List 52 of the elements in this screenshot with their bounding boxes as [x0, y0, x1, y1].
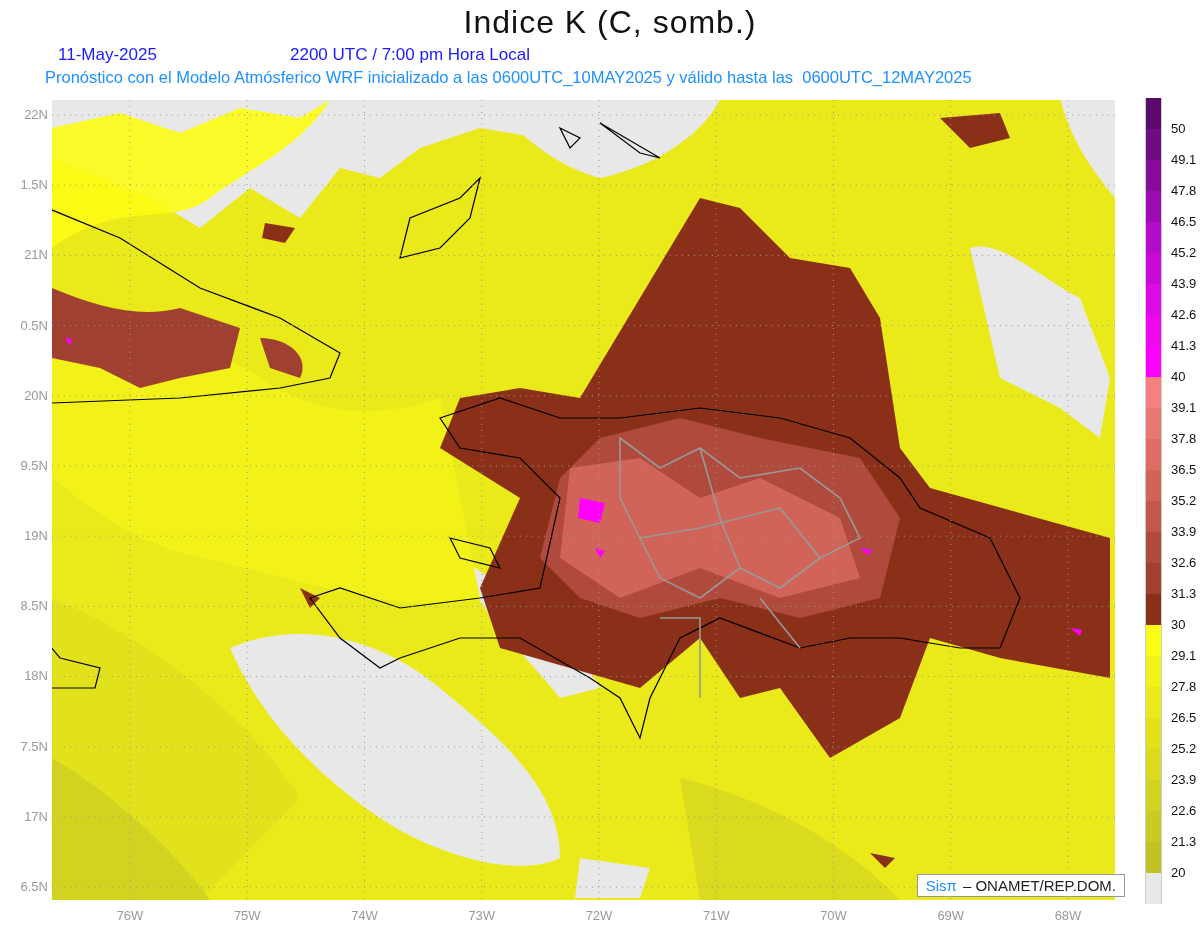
forecast-date: 11-May-2025 — [58, 45, 158, 65]
scale-label: 47.8 — [1171, 182, 1197, 200]
latitude-label: 0.5N — [19, 316, 48, 335]
scale-label: 42.6 — [1171, 306, 1197, 324]
latitude-label: 20N — [23, 386, 48, 405]
scale-label: 26.5 — [1171, 709, 1197, 727]
scale-label: 43.9 — [1171, 275, 1197, 293]
latitude-label: 6.5N — [19, 877, 48, 896]
scale-label: 49.1 — [1171, 151, 1197, 169]
scale-label: 37.8 — [1171, 430, 1197, 448]
latitude-label: 17N — [23, 807, 48, 826]
longitude-label: 72W — [584, 908, 614, 923]
longitude-label: 68W — [1053, 908, 1083, 923]
latitude-label: 7.5N — [19, 737, 48, 756]
scale-label: 22.6 — [1171, 802, 1197, 820]
forecast-subtitle: Pronóstico con el Modelo Atmósferico WRF inicializado a las 0600UTC_10MAY2025 y válido hasta las 0600UTC_12MAY2025 — [45, 67, 973, 88]
longitude-label: 75W — [232, 908, 262, 923]
scale-label: 29.1 — [1171, 647, 1197, 665]
scale-label: 32.6 — [1171, 554, 1197, 572]
latitude-label: 8.5N — [19, 597, 48, 616]
latitude-label: 21N — [23, 246, 48, 265]
latitude-label: 18N — [23, 667, 48, 686]
credit-text: – ONAMET/REP.DOM. — [962, 877, 1116, 894]
scale-label: 50 — [1171, 120, 1186, 138]
latitude-label: 1.5N — [19, 176, 48, 195]
scale-label: 30 — [1171, 616, 1186, 634]
longitude-label: 70W — [819, 908, 848, 923]
scale-label: 20 — [1171, 864, 1186, 882]
scale-label: 40 — [1171, 368, 1186, 386]
longitude-label: 71W — [701, 908, 731, 923]
scale-label: 36.5 — [1171, 461, 1197, 479]
scale-label: 46.5 — [1171, 213, 1197, 231]
scale-label: 41.3 — [1171, 337, 1197, 355]
latitude-label: 22N — [23, 106, 48, 124]
chart-title: Indice K (C, somb.) — [462, 3, 758, 42]
scale-label: 35.2 — [1171, 492, 1197, 510]
scale-label: 33.9 — [1171, 523, 1197, 541]
brand-text: Sisπ — [925, 877, 957, 894]
scale-label: 39.1 — [1171, 399, 1197, 417]
latitude-label: 9.5N — [19, 456, 48, 475]
longitude-label: 73W — [467, 908, 497, 923]
longitude-label: 74W — [350, 908, 379, 923]
scale-label: 45.2 — [1171, 244, 1197, 262]
scale-label: 31.3 — [1171, 585, 1197, 603]
scale-label: 21.3 — [1171, 833, 1197, 851]
scale-label: 23.9 — [1171, 771, 1197, 789]
longitude-label: 69W — [936, 908, 966, 923]
latitude-label: 19N — [23, 527, 48, 546]
scale-label: 25.2 — [1171, 740, 1197, 758]
scale-label: 27.8 — [1171, 678, 1197, 696]
forecast-time: 2200 UTC / 7:00 pm Hora Local — [290, 45, 530, 65]
longitude-label: 76W — [115, 908, 145, 923]
